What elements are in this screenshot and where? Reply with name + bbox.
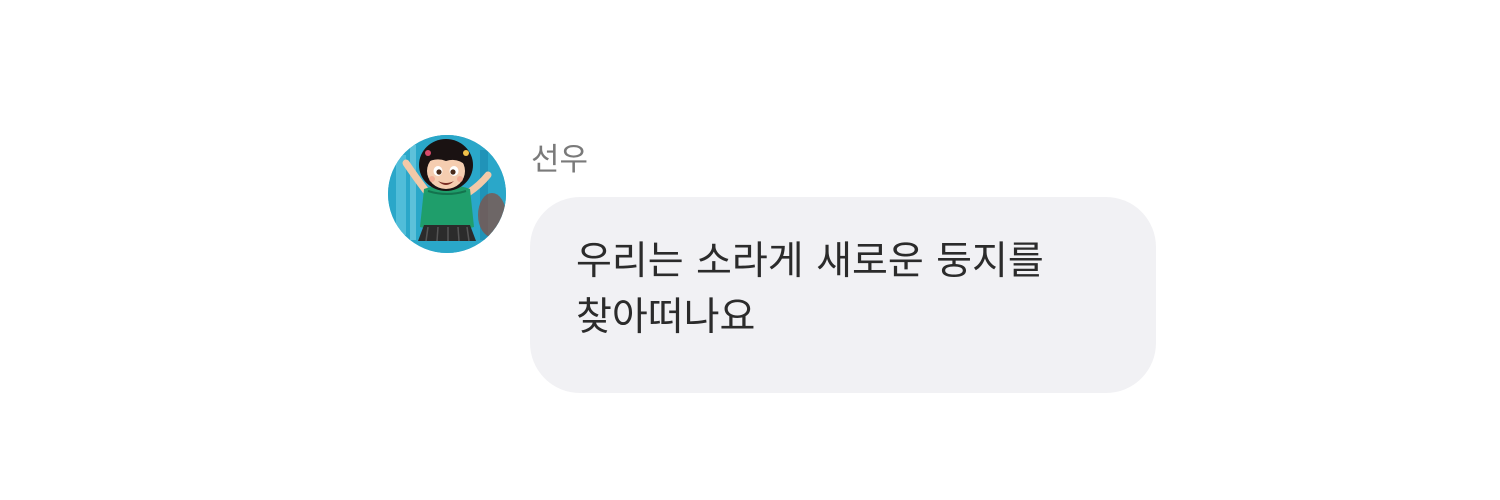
avatar[interactable] — [388, 135, 506, 253]
chat-view: 선우 우리는 소라게 새로운 둥지를 찾아떠나요 — [0, 0, 1500, 500]
message-line: 찾아떠나요 — [576, 295, 756, 340]
message-text: 우리는 소라게 새로운 둥지를 찾아떠나요 — [576, 234, 1116, 346]
sender-name: 선우 — [531, 142, 589, 178]
cartoon-girl-avatar-icon — [388, 135, 506, 253]
message-line: 우리는 소라게 새로운 둥지를 — [576, 239, 1044, 284]
message-bubble[interactable]: 우리는 소라게 새로운 둥지를 찾아떠나요 — [530, 197, 1156, 393]
